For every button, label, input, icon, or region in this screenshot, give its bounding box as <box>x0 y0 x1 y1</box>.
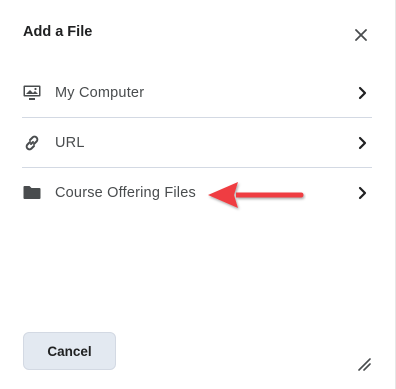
option-label: Course Offering Files <box>55 184 196 201</box>
file-source-list: My Computer URL Course Offering Files <box>22 68 372 217</box>
option-course-offering-files[interactable]: Course Offering Files <box>22 168 372 217</box>
resize-grip-icon[interactable] <box>357 357 371 371</box>
close-button[interactable] <box>350 24 372 46</box>
add-file-dialog: Add a File My Computer URL Course Offeri… <box>0 0 396 389</box>
option-label: URL <box>55 134 85 151</box>
dialog-title: Add a File <box>23 24 93 40</box>
red-annotation-arrow <box>208 182 304 208</box>
chevron-right-icon <box>356 185 368 201</box>
option-my-computer[interactable]: My Computer <box>22 68 372 118</box>
folder-icon <box>22 183 42 203</box>
chevron-right-icon <box>356 135 368 151</box>
close-icon <box>355 29 367 41</box>
chevron-right-icon <box>356 85 368 101</box>
option-label: My Computer <box>55 84 145 101</box>
cancel-button[interactable]: Cancel <box>23 332 116 370</box>
option-url[interactable]: URL <box>22 118 372 168</box>
link-icon <box>22 133 42 153</box>
monitor-icon <box>22 83 42 103</box>
